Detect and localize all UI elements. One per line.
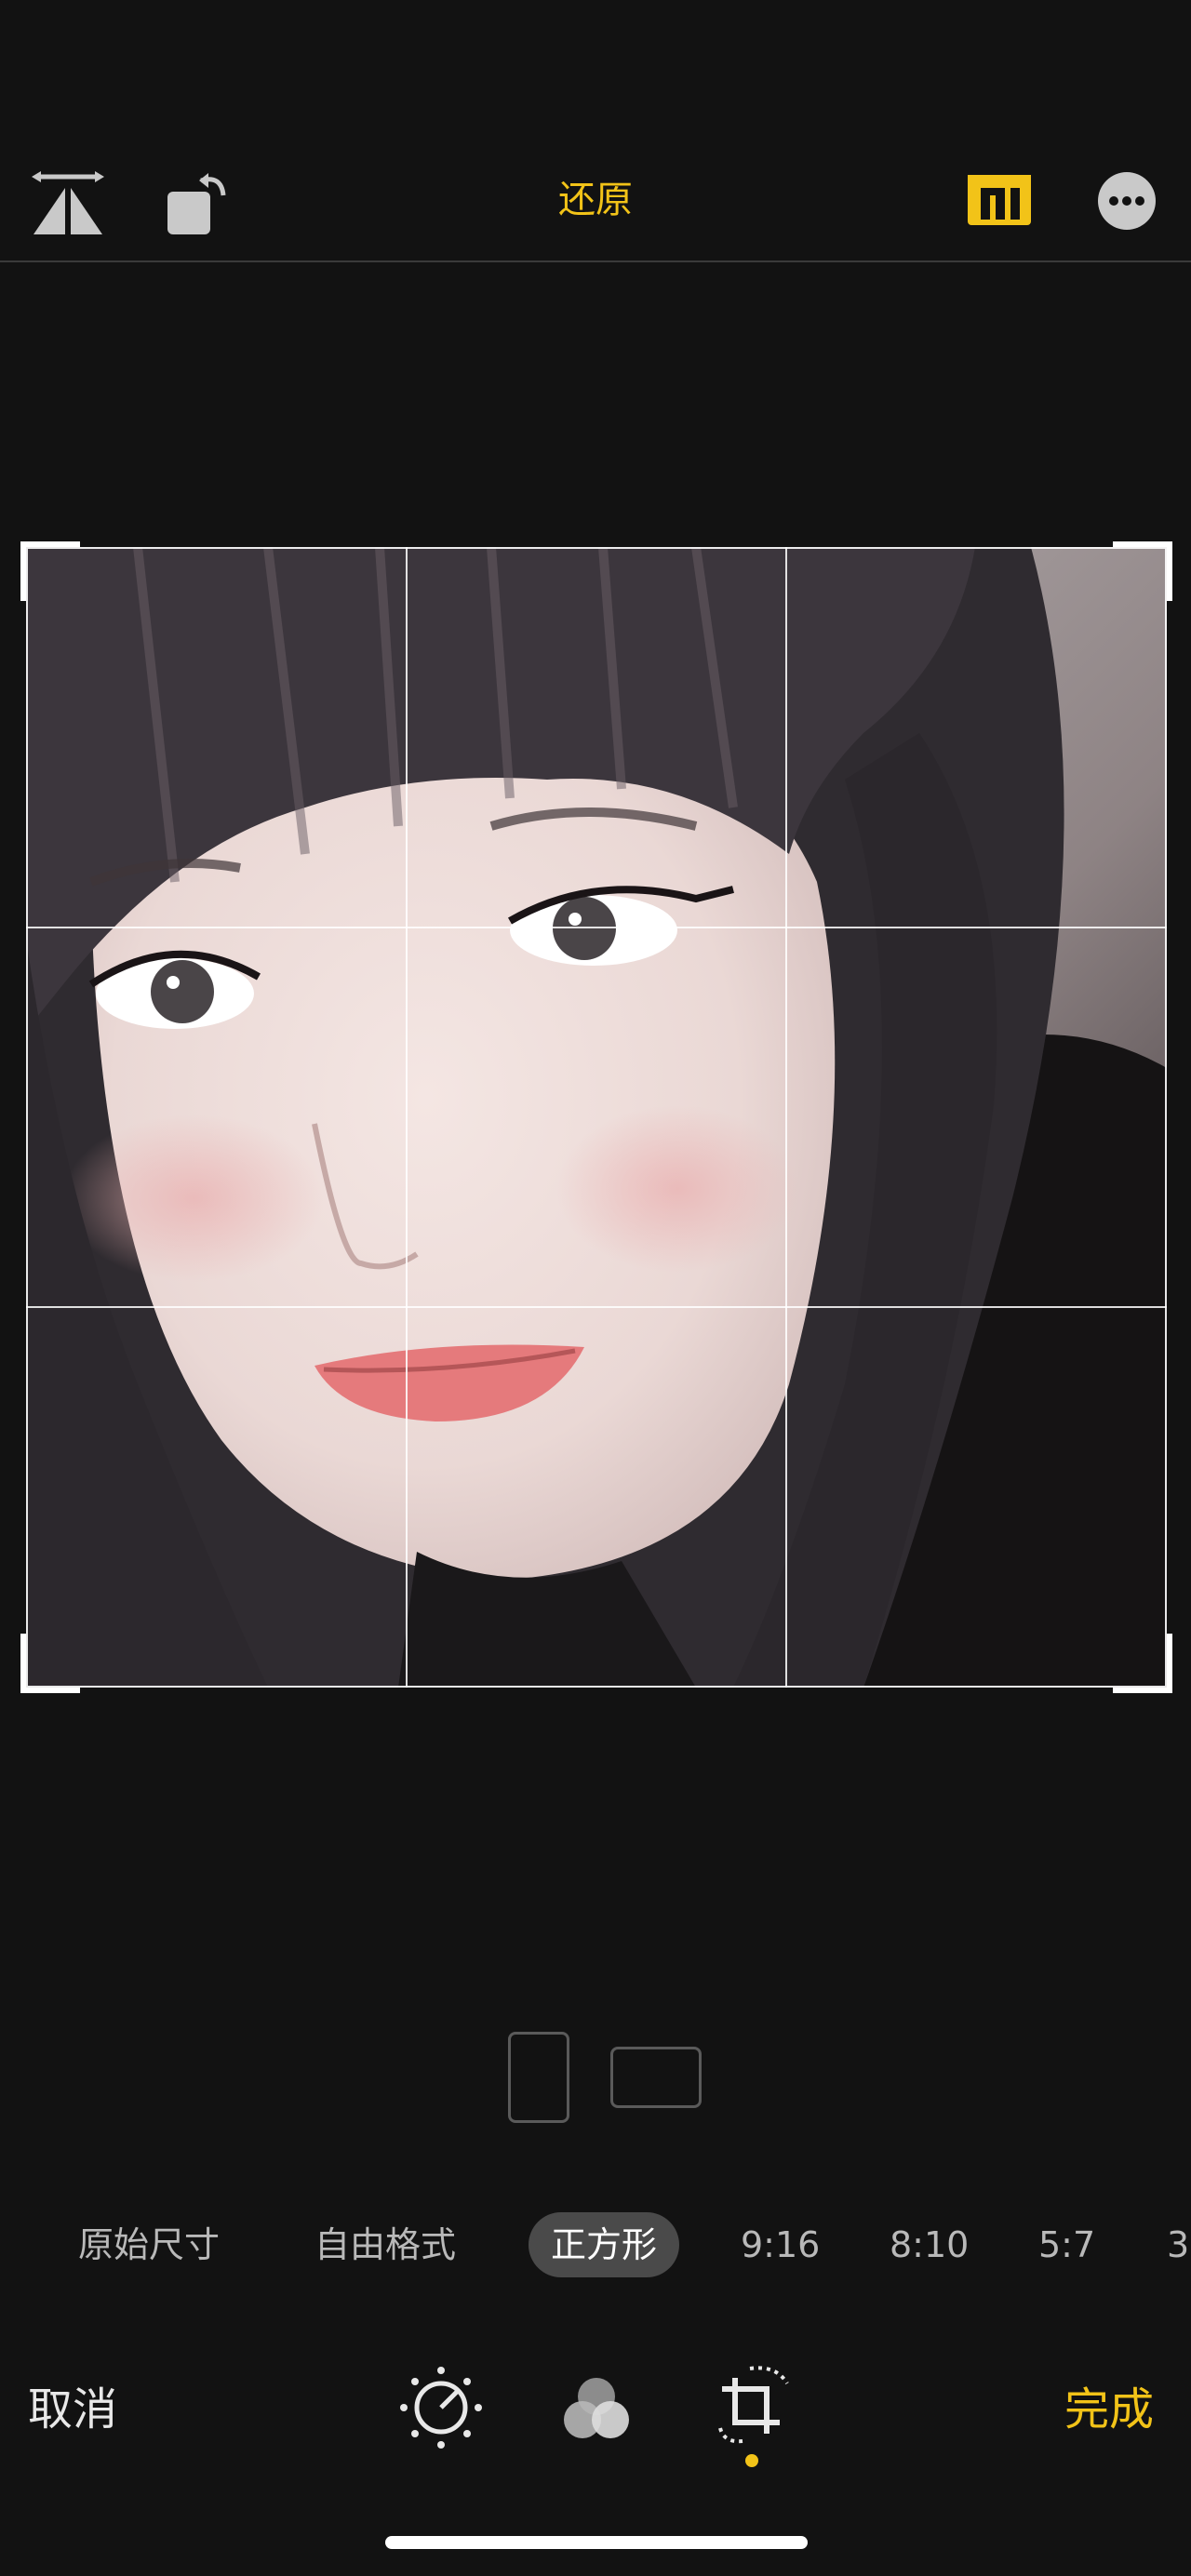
rotate-icon[interactable] <box>160 160 234 244</box>
aspect-ratio-strip: 原始尺寸 自由格式 正方形 9:16 8:10 5:7 3 <box>0 2212 1191 2277</box>
ratio-original[interactable]: 原始尺寸 <box>78 2212 220 2277</box>
reset-button[interactable]: 还原 <box>521 174 670 226</box>
ratio-5-7[interactable]: 5:7 <box>1038 2212 1095 2277</box>
orientation-portrait-button[interactable] <box>508 2032 569 2123</box>
crop-handle-bottom-left[interactable] <box>20 1634 80 1693</box>
ratio-freeform[interactable]: 自由格式 <box>314 2212 456 2277</box>
crop-handle-bottom-right[interactable] <box>1113 1634 1172 1693</box>
more-icon[interactable] <box>1096 170 1158 232</box>
crop-handle-top-right[interactable] <box>1113 541 1172 601</box>
ratio-9-16[interactable]: 9:16 <box>741 2212 820 2277</box>
crop-area[interactable] <box>20 541 1172 1693</box>
ratio-8-10[interactable]: 8:10 <box>890 2212 969 2277</box>
active-tool-indicator <box>745 2454 758 2467</box>
crop-frame <box>26 547 1167 1688</box>
ratio-3[interactable]: 3 <box>1167 2212 1189 2277</box>
orientation-landscape-button[interactable] <box>610 2047 702 2108</box>
toolbar-divider <box>0 260 1191 262</box>
home-indicator <box>385 2536 808 2549</box>
aspect-ratio-icon[interactable] <box>964 169 1035 231</box>
crop-handle-top-left[interactable] <box>20 541 80 601</box>
ratio-square[interactable]: 正方形 <box>529 2212 680 2277</box>
filters-icon[interactable] <box>555 2369 638 2452</box>
crop-rotate-icon[interactable] <box>709 2359 798 2449</box>
done-button[interactable]: 完成 <box>1064 2377 1154 2442</box>
cancel-button[interactable]: 取消 <box>28 2377 117 2442</box>
flip-horizontal-icon[interactable] <box>28 160 108 244</box>
adjust-icon[interactable] <box>396 2363 486 2452</box>
